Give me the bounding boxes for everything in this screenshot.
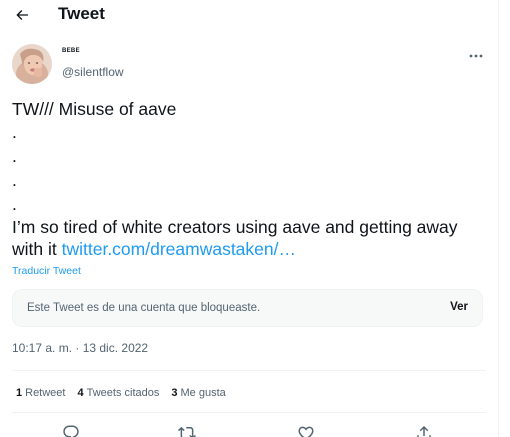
user-handle[interactable]: @silentflow xyxy=(62,65,124,79)
reply-button[interactable] xyxy=(61,424,81,437)
reply-icon xyxy=(63,425,79,437)
likes-label: Me gusta xyxy=(180,387,226,399)
display-name[interactable]: BEBE xyxy=(62,47,80,55)
tweet-line: . xyxy=(12,146,17,166)
heart-icon xyxy=(298,426,314,437)
share-icon xyxy=(417,425,431,437)
quote-tweets-label: Tweets citados xyxy=(86,387,160,399)
like-button[interactable] xyxy=(296,424,316,437)
action-bar xyxy=(0,424,498,437)
quote-tweets-count: 4 xyxy=(77,387,84,399)
engagement-stats: 1 Retweet 4 Tweets citados 3 Me gusta xyxy=(16,386,226,400)
divider xyxy=(12,412,486,413)
tweet-link[interactable]: twitter.com/dreamwastaken/… xyxy=(62,239,296,259)
tweet-line: . xyxy=(12,194,17,214)
tweet-line: TW/// Misuse of aave xyxy=(12,99,177,119)
column-border xyxy=(498,0,499,437)
more-horizontal-icon xyxy=(469,54,483,58)
avatar[interactable] xyxy=(12,44,52,84)
retweet-button[interactable] xyxy=(177,424,197,437)
arrow-left-icon xyxy=(16,10,28,20)
retweet-icon xyxy=(178,426,196,437)
notice-text: Este Tweet es de una cuenta que bloqueas… xyxy=(27,302,261,314)
likes-stat[interactable]: 3 Me gusta xyxy=(171,386,225,400)
tweet-line: . xyxy=(12,170,17,190)
quote-tweets-stat[interactable]: 4 Tweets citados xyxy=(77,386,159,400)
header: Tweet xyxy=(0,0,498,30)
likes-count: 3 xyxy=(171,387,178,399)
share-button[interactable] xyxy=(414,424,434,437)
page-title: Tweet xyxy=(58,4,105,23)
back-button[interactable] xyxy=(10,3,34,27)
tweet-detail-page: Tweet BEBE @silentflow TW/// Misuse of a… xyxy=(0,0,498,437)
tweet-body: I’m so tired of white creators using aav… xyxy=(12,217,458,259)
avatar-image xyxy=(12,44,52,84)
tweet-timestamp[interactable]: 10:17 a. m. · 13 dic. 2022 xyxy=(12,341,148,355)
blocked-account-notice: Este Tweet es de una cuenta que bloqueas… xyxy=(12,289,483,327)
retweets-label: Retweet xyxy=(25,387,66,399)
more-options-button[interactable] xyxy=(464,48,488,64)
divider xyxy=(12,370,486,371)
translate-tweet-link[interactable]: Traducir Tweet xyxy=(12,265,81,277)
tweet-text: TW/// Misuse of aave . . . . I’m so tire… xyxy=(12,98,482,260)
view-button[interactable]: Ver xyxy=(450,300,468,314)
retweets-count: 1 xyxy=(16,387,23,399)
tweet-line: . xyxy=(12,122,17,142)
retweets-stat[interactable]: 1 Retweet xyxy=(16,386,65,400)
